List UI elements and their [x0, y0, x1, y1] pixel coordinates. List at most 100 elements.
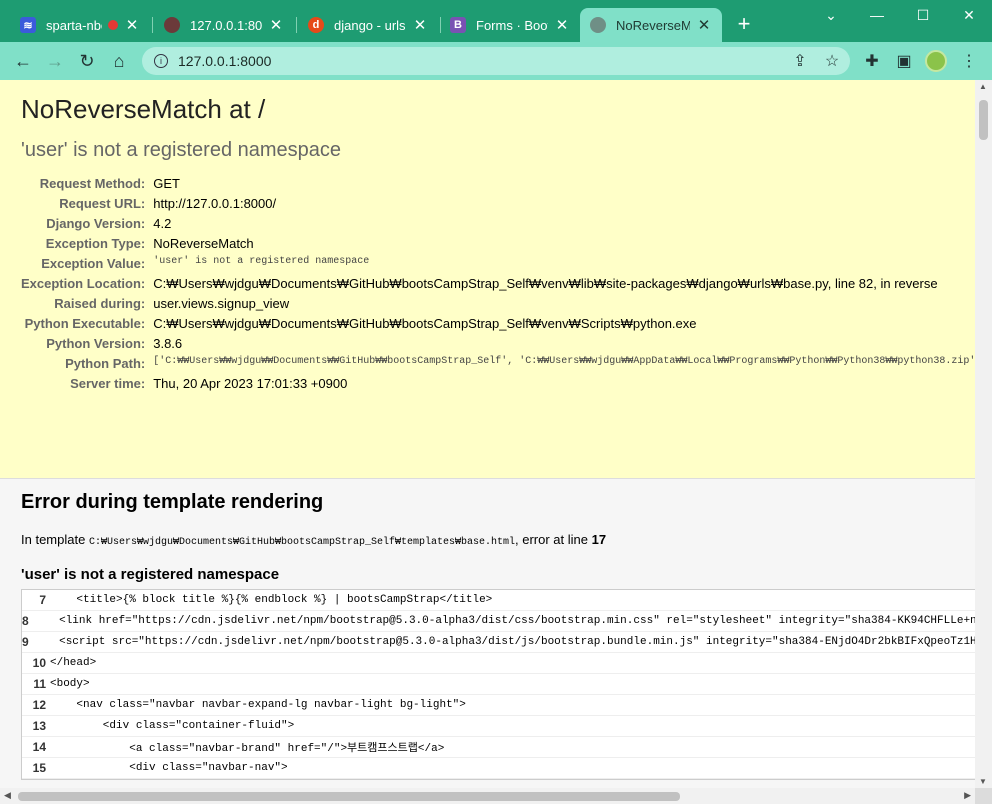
new-tab-button[interactable]: +: [732, 13, 756, 37]
source-line: 8 <link href="https://cdn.jsdelivr.net/n…: [22, 611, 975, 632]
meta-row: Request Method: GET: [21, 174, 975, 194]
template-source-listing: 7 <title>{% block title %}{% endblock %}…: [21, 589, 975, 780]
python-path-value: ['C:₩₩Users₩₩wjdgu₩₩Documents₩₩GitHub₩₩b…: [153, 356, 975, 367]
line-number: 7: [39, 593, 46, 607]
meta-value: Thu, 20 Apr 2023 17:01:33 +0900: [153, 376, 348, 391]
meta-row: Python Version: 3.8.6: [21, 334, 975, 354]
scroll-right-icon[interactable]: ▶: [964, 790, 971, 801]
meta-label: Raised during:: [54, 296, 146, 311]
line-number: 9: [22, 635, 29, 649]
error-summary: NoReverseMatch at / 'user' is not a regi…: [0, 80, 975, 479]
reload-button[interactable]: ↻: [75, 49, 99, 73]
tab-divider: [296, 17, 297, 33]
side-panel-icon[interactable]: ▣: [892, 49, 916, 73]
tab-sparta[interactable]: ≋ sparta-nbc ✕: [10, 8, 150, 42]
line-code: <div class="container-fluid">: [50, 720, 295, 732]
tab-title: 127.0.0.1:8000/: [190, 17, 262, 33]
source-line: 7 <title>{% block title %}{% endblock %}…: [22, 590, 975, 611]
exception-message: 'user' is not a registered namespace: [21, 139, 342, 161]
source-line: 9 <script src="https://cdn.jsdelivr.net/…: [22, 632, 975, 653]
tab-title: sparta-nbc: [46, 17, 102, 33]
bookmark-star-icon[interactable]: ☆: [820, 49, 844, 73]
scrollbar-corner: [975, 788, 992, 804]
tab-strip: ≋ sparta-nbc ✕ 127.0.0.1:8000/ ✕ d djang…: [0, 0, 992, 42]
tab-bootstrap[interactable]: B Forms · Bootst ✕: [440, 8, 580, 42]
line-code: <title>{% block title %}{% endblock %} |…: [50, 594, 493, 606]
close-icon[interactable]: ✕: [124, 16, 140, 34]
scroll-down-icon[interactable]: ▼: [979, 777, 987, 786]
error-line-number: 17: [591, 532, 607, 547]
meta-label: Python Path:: [65, 356, 146, 371]
tab-title: Forms · Bootst: [476, 17, 548, 33]
source-line: 10 </head>: [22, 653, 975, 674]
template-error-section: Error during template rendering In templ…: [0, 479, 975, 788]
bootstrap-icon: B: [450, 17, 466, 33]
meta-row: Request URL: http://127.0.0.1:8000/: [21, 194, 975, 214]
maximize-button[interactable]: ☐: [900, 0, 946, 30]
meta-label: Exception Value:: [41, 256, 146, 271]
line-number: 14: [32, 740, 46, 754]
horizontal-scrollbar[interactable]: ◀ ▶: [0, 788, 975, 804]
meta-row: Django Version: 4.2: [21, 214, 975, 234]
line-code: <div class="navbar-nav">: [50, 762, 288, 774]
forward-button[interactable]: →: [43, 49, 67, 73]
in-template-label: In template: [21, 532, 89, 547]
line-number: 8: [22, 614, 29, 628]
request-meta-table: Request Method: GET Request URL: http://12…: [21, 174, 975, 394]
template-error-heading: Error during template rendering: [21, 491, 324, 513]
source-line: 11 <body>: [22, 674, 975, 695]
meta-label: Request Method:: [39, 176, 146, 191]
close-icon[interactable]: ✕: [268, 16, 284, 34]
scroll-left-icon[interactable]: ◀: [4, 790, 11, 801]
globe-icon: [590, 17, 606, 33]
tab-title: django - urls.p: [334, 17, 406, 33]
share-icon[interactable]: ⇪: [788, 49, 812, 73]
page-title: NoReverseMatch at /: [21, 94, 266, 124]
close-icon[interactable]: ✕: [412, 16, 428, 34]
tab-localhost[interactable]: 127.0.0.1:8000/ ✕: [154, 8, 294, 42]
line-code: </head>: [50, 657, 97, 669]
source-line: 13 <div class="container-fluid">: [22, 716, 975, 737]
tab-noreversematch[interactable]: NoReverseMat ✕: [580, 8, 722, 42]
tab-django[interactable]: d django - urls.p ✕: [298, 8, 438, 42]
source-line: 14 <a class="navbar-brand" href="/">부트캠프…: [22, 737, 975, 758]
menu-kebab-icon[interactable]: ⋮: [957, 49, 981, 73]
vertical-scrollbar[interactable]: ▲ ▼: [975, 80, 992, 788]
avatar[interactable]: [925, 50, 947, 72]
sparta-icon: ≋: [20, 17, 36, 33]
back-button[interactable]: ←: [11, 49, 35, 73]
close-icon[interactable]: ✕: [554, 16, 570, 34]
django-icon: d: [308, 17, 324, 33]
meta-value: 4.2: [153, 216, 172, 231]
vertical-scroll-thumb[interactable]: [979, 100, 988, 140]
close-window-button[interactable]: ✕: [946, 0, 992, 30]
meta-value: 3.8.6: [153, 336, 183, 351]
meta-label: Exception Location:: [21, 276, 146, 291]
info-icon[interactable]: i: [154, 54, 168, 68]
meta-value: http://127.0.0.1:8000/: [153, 196, 277, 211]
page-viewport: NoReverseMatch at / 'user' is not a regi…: [0, 80, 975, 788]
template-error-message: 'user' is not a registered namespace: [21, 566, 280, 583]
meta-row: Raised during: user.views.signup_view: [21, 294, 975, 314]
tab-divider: [152, 17, 153, 33]
extensions-icon[interactable]: ✚: [860, 49, 884, 73]
minimize-button[interactable]: —: [854, 0, 900, 30]
meta-value: NoReverseMatch: [153, 236, 254, 251]
address-bar[interactable]: i 127.0.0.1:8000: [142, 47, 850, 75]
source-line: 15 <div class="navbar-nav">: [22, 758, 975, 779]
line-number: 13: [32, 719, 46, 733]
meta-value: user.views.signup_view: [153, 296, 290, 311]
home-button[interactable]: ⌂: [107, 49, 131, 73]
tab-search-button[interactable]: ⌄: [808, 0, 854, 30]
horizontal-scroll-thumb[interactable]: [18, 792, 680, 801]
scroll-up-icon[interactable]: ▲: [979, 82, 987, 91]
meta-row: Python Executable: C:₩Users₩wjdgu₩Documen…: [21, 314, 975, 334]
source-line: 12 <nav class="navbar navbar-expand-lg n…: [22, 695, 975, 716]
browser-toolbar: ← → ↻ ⌂ i 127.0.0.1:8000 ⇪ ☆ ✚ ▣ ⋮: [0, 42, 992, 80]
error-at-line-label: , error at line: [515, 532, 592, 547]
meta-label: Request URL:: [59, 196, 146, 211]
line-number: 12: [32, 698, 46, 712]
meta-value: 'user' is not a registered namespace: [153, 256, 370, 267]
tab-title: NoReverseMat: [616, 17, 690, 33]
close-icon[interactable]: ✕: [696, 16, 712, 34]
